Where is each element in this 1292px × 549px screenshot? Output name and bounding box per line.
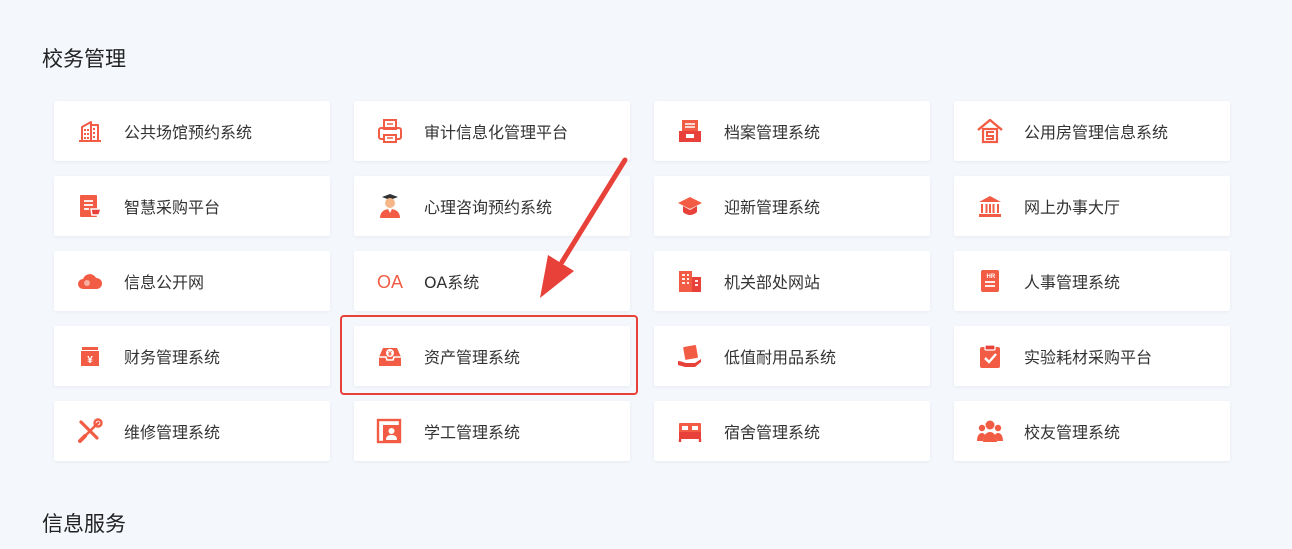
- hr-icon-text: HR: [987, 274, 996, 280]
- cloud-icon: [76, 267, 104, 295]
- card-lab-supplies[interactable]: 实验耗材采购平台: [954, 326, 1230, 386]
- card-counseling-booking[interactable]: 心理咨询预约系统: [354, 176, 630, 236]
- yuan-tray-icon: ¥: [376, 342, 404, 370]
- clipboard-check-icon: [976, 342, 1004, 370]
- card-label: 学工管理系统: [424, 423, 521, 442]
- card-label: 智慧采购平台: [124, 198, 221, 217]
- hand-box-icon: [676, 342, 704, 370]
- card-oa-system[interactable]: OA OA系统: [354, 251, 630, 311]
- card-alumni-management[interactable]: 校友管理系统: [954, 401, 1230, 461]
- card-label: 档案管理系统: [724, 123, 821, 142]
- card-label: 实验耗材采购平台: [1024, 348, 1153, 367]
- card-label: 公用房管理信息系统: [1024, 123, 1169, 142]
- printer-icon: [376, 117, 404, 145]
- card-freshman-management[interactable]: 迎新管理系统: [654, 176, 930, 236]
- house-icon: [976, 117, 1004, 145]
- card-public-housing[interactable]: 公用房管理信息系统: [954, 101, 1230, 161]
- card-audit-platform[interactable]: 审计信息化管理平台: [354, 101, 630, 161]
- card-department-websites[interactable]: 机关部处网站: [654, 251, 930, 311]
- card-info-disclosure[interactable]: 信息公开网: [54, 251, 330, 311]
- building-icon: [76, 117, 104, 145]
- yuan-box-icon: ¥: [76, 342, 104, 370]
- card-public-venue-booking[interactable]: 公共场馆预约系统: [54, 101, 330, 161]
- bank-hall-icon: [976, 192, 1004, 220]
- card-durable-goods[interactable]: 低值耐用品系统: [654, 326, 930, 386]
- asset-icon-text: ¥: [388, 351, 392, 358]
- card-label: 审计信息化管理平台: [424, 123, 569, 142]
- section-title-information-services: 信息服务: [42, 512, 126, 536]
- oa-icon-text: OA: [377, 272, 403, 292]
- card-finance-management[interactable]: ¥ 财务管理系统: [54, 326, 330, 386]
- card-label: OA系统: [424, 273, 480, 292]
- card-label: 财务管理系统: [124, 348, 221, 367]
- card-label: 公共场馆预约系统: [124, 123, 253, 142]
- mortarboard-icon: [676, 192, 704, 220]
- card-label: 人事管理系统: [1024, 273, 1121, 292]
- card-hr-management[interactable]: HR 人事管理系统: [954, 251, 1230, 311]
- card-label: 机关部处网站: [724, 273, 821, 292]
- system-grid: 公共场馆预约系统 审计信息化管理平台 档案管理系统 公用房管理信息系统 智慧采购…: [54, 101, 1230, 461]
- card-label: 心理咨询预约系统: [424, 198, 553, 217]
- card-asset-management[interactable]: ¥ 资产管理系统: [354, 326, 630, 386]
- finance-icon-text: ¥: [87, 355, 93, 366]
- section-title-campus-management: 校务管理: [42, 47, 126, 71]
- graduate-icon: [376, 192, 404, 220]
- card-archive-management[interactable]: 档案管理系统: [654, 101, 930, 161]
- people-group-icon: [976, 417, 1004, 445]
- bed-icon: [676, 417, 704, 445]
- archive-icon: [676, 117, 704, 145]
- tools-icon: [76, 417, 104, 445]
- student-card-icon: [376, 417, 404, 445]
- hr-document-icon: HR: [976, 267, 1004, 295]
- card-maintenance-management[interactable]: 维修管理系统: [54, 401, 330, 461]
- card-student-affairs[interactable]: 学工管理系统: [354, 401, 630, 461]
- card-label: 宿舍管理系统: [724, 423, 821, 442]
- card-label: 信息公开网: [124, 273, 205, 292]
- card-dormitory-management[interactable]: 宿舍管理系统: [654, 401, 930, 461]
- card-label: 资产管理系统: [424, 348, 521, 367]
- card-label: 迎新管理系统: [724, 198, 821, 217]
- card-online-service-hall[interactable]: 网上办事大厅: [954, 176, 1230, 236]
- card-label: 网上办事大厅: [1024, 198, 1121, 217]
- card-smart-procurement[interactable]: 智慧采购平台: [54, 176, 330, 236]
- card-label: 维修管理系统: [124, 423, 221, 442]
- office-building-icon: [676, 267, 704, 295]
- purchase-cart-icon: [76, 192, 104, 220]
- card-label: 低值耐用品系统: [724, 348, 837, 367]
- card-label: 校友管理系统: [1024, 423, 1121, 442]
- oa-text-icon: OA: [376, 267, 404, 295]
